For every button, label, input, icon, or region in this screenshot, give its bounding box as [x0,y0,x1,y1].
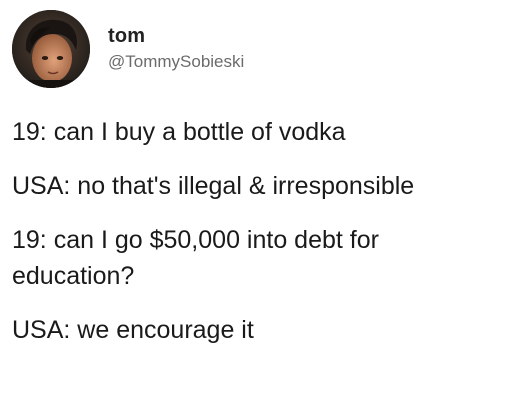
tweet-header: tom @TommySobieski [12,10,244,88]
display-name[interactable]: tom [108,25,244,47]
tweet-text: 19: can I buy a bottle of vodka USA: no … [12,114,506,348]
tweet-line-2: USA: no that's illegal & irresponsible [12,172,415,200]
user-handle[interactable]: @TommySobieski [108,52,244,72]
author-names: tom @TommySobieski [108,25,244,72]
tweet-card: tom @TommySobieski 19: can I buy a bottl… [0,0,518,407]
tweet-line-1: 19: can I buy a bottle of vodka [12,118,346,146]
avatar[interactable] [12,10,90,88]
profile-photo-icon [12,10,90,88]
tweet-line-5: USA: we encourage it [12,316,254,344]
tweet-line-4: education? [12,262,135,290]
tweet-line-3: 19: can I go $50,000 into debt for [12,226,379,254]
